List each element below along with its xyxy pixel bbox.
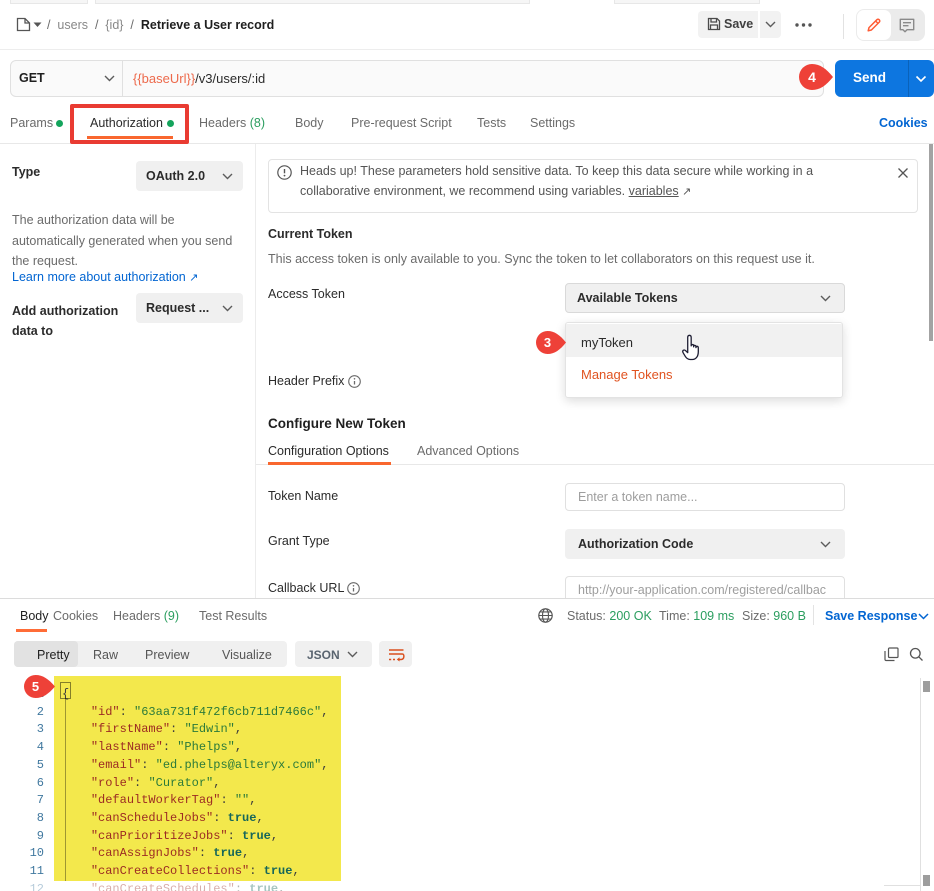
svg-text:4: 4	[808, 69, 816, 85]
svg-text:5: 5	[32, 679, 39, 694]
svg-text:3: 3	[544, 335, 551, 350]
